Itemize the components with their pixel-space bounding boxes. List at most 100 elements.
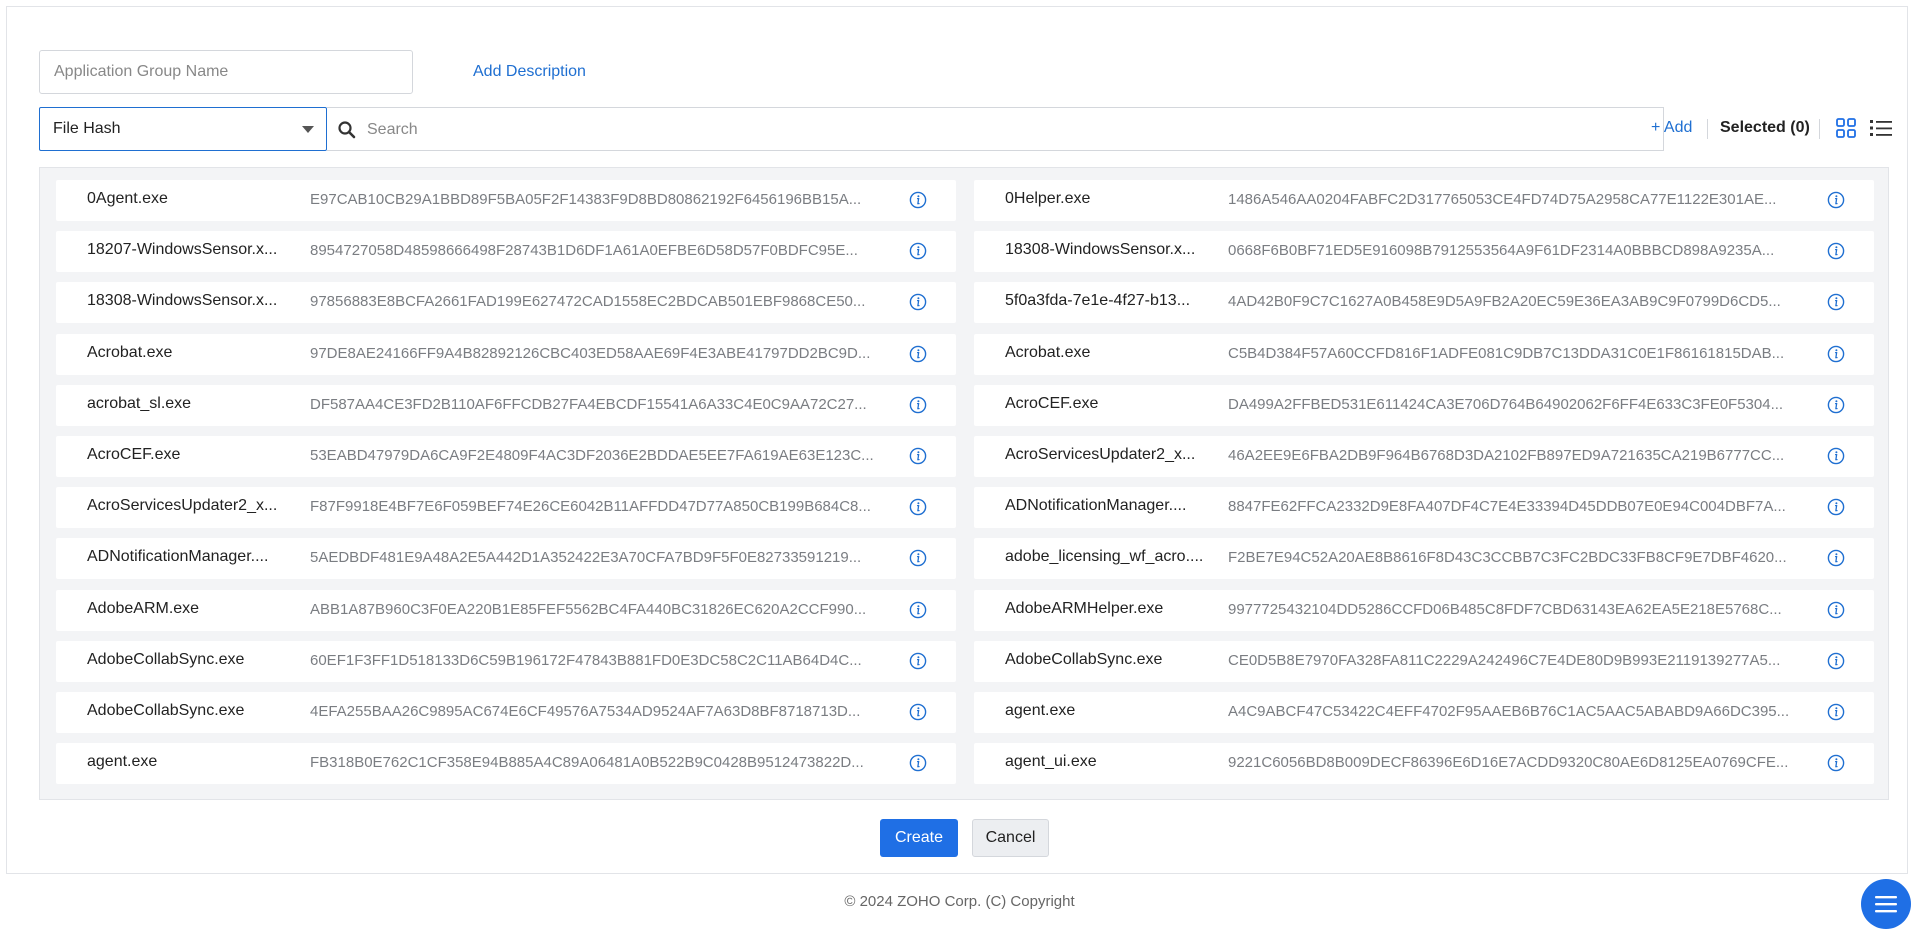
app-name: Acrobat.exe <box>87 343 173 361</box>
info-icon[interactable] <box>1827 293 1845 311</box>
app-card[interactable]: ADNotificationManager.... 5AEDBDF481E9A48… <box>56 538 956 580</box>
app-card[interactable]: ADNotificationManager.... 8847FE62FFCA233… <box>974 487 1874 529</box>
info-icon[interactable] <box>1827 396 1845 414</box>
app-name: AcroServicesUpdater2_x... <box>1005 446 1196 463</box>
app-hash: 4EFA255BAA26C9895AC674E6CF49576A7534AD95… <box>310 703 861 720</box>
app-hash: DA499A2FFBED531E611424CA3E706D764B649020… <box>1228 395 1784 413</box>
info-icon[interactable] <box>909 703 927 721</box>
create-button[interactable]: Create <box>880 819 958 857</box>
info-icon[interactable] <box>1827 601 1845 619</box>
app-card[interactable]: 18207-WindowsSensor.x... 8954727058D48598… <box>56 231 956 273</box>
app-card[interactable]: AcroCEF.exe DA499A2FFBED531E611424CA3E706… <box>974 384 1874 426</box>
app-name: AcroCEF.exe <box>1005 394 1099 412</box>
app-name: agent_ui.exe <box>1005 753 1097 771</box>
app-hash: 4AD42B0F9C7C1627A0B458E9D5A9FB2A20EC59E3… <box>1228 293 1781 311</box>
list-view-icon[interactable] <box>1870 118 1892 138</box>
app-card[interactable]: agent_ui.exe 9221C6056BD8B009DECF86396E6D… <box>974 743 1874 785</box>
info-icon[interactable] <box>1827 191 1845 209</box>
application-group-form: Add Description File Hash + Add Selected… <box>6 6 1908 874</box>
app-name: ADNotificationManager.... <box>87 548 269 566</box>
app-name: 18308-WindowsSensor.x... <box>87 292 278 310</box>
info-icon[interactable] <box>909 498 927 516</box>
info-icon[interactable] <box>1827 549 1845 567</box>
info-icon[interactable] <box>1827 703 1845 721</box>
app-hash: C5B4D384F57A60CCFD816F1ADFE081C9DB7C13DD… <box>1228 344 1785 362</box>
add-description-link[interactable]: Add Description <box>473 61 586 83</box>
app-card[interactable]: AdobeCollabSync.exe CE0D5B8E7970FA328FA81… <box>974 640 1874 682</box>
app-name: adobe_licensing_wf_acro.... <box>1005 548 1204 566</box>
search-box <box>327 107 1664 152</box>
selected-count: Selected (0) <box>1720 119 1810 136</box>
app-card[interactable]: Acrobat.exe C5B4D384F57A60CCFD816F1ADFE08… <box>974 333 1874 375</box>
app-name: 0Helper.exe <box>1005 190 1091 207</box>
info-icon[interactable] <box>1827 754 1845 772</box>
info-icon[interactable] <box>1827 242 1845 260</box>
info-icon[interactable] <box>1827 498 1845 516</box>
app-hash: DF587AA4CE3FD2B110AF6FFCDB27FA4EBCDF1554… <box>310 395 867 413</box>
app-card[interactable]: agent.exe FB318B0E762C1CF358E94B885A4C89A… <box>56 743 956 785</box>
app-card[interactable]: acrobat_sl.exe DF587AA4CE3FD2B110AF6FFCDB… <box>56 384 956 426</box>
app-card[interactable]: AdobeARM.exe ABB1A87B960C3F0EA220B1E85FEF… <box>56 589 956 631</box>
chevron-down-icon <box>302 126 314 133</box>
info-icon[interactable] <box>909 293 927 311</box>
app-hash: A4C9ABCF47C53422C4EFF4702F95AAEB6B76C1AC… <box>1228 703 1790 720</box>
app-name: AdobeARM.exe <box>87 599 200 617</box>
search-icon <box>338 121 356 139</box>
app-card[interactable]: AdobeCollabSync.exe 60EF1F3FF1D518133D6C5… <box>56 640 956 682</box>
app-hash: CE0D5B8E7970FA328FA811C2229A242496C7E4DE… <box>1228 651 1781 669</box>
app-hash: 9221C6056BD8B009DECF86396E6D16E7ACDD9320… <box>1228 754 1789 772</box>
info-icon[interactable] <box>909 754 927 772</box>
menu-icon <box>1875 896 1897 913</box>
info-icon[interactable] <box>1827 447 1845 465</box>
app-name: acrobat_sl.exe <box>87 394 192 412</box>
app-hash: F87F9918E4BF7E6F059BEF74E26CE6042B11AFFD… <box>310 498 871 516</box>
app-name: 18207-WindowsSensor.x... <box>87 241 278 259</box>
app-hash: 5AEDBDF481E9A48A2E5A442D1A352422E3A70CFA… <box>310 549 862 567</box>
info-icon[interactable] <box>909 447 927 465</box>
hash-type-select[interactable]: File Hash <box>39 107 327 151</box>
app-card[interactable]: AcroCEF.exe 53EABD47979DA6CA9F2E4809F4AC3… <box>56 436 956 477</box>
add-button[interactable]: + Add <box>1651 119 1692 137</box>
cancel-button[interactable]: Cancel <box>972 819 1049 857</box>
app-name: AdobeCollabSync.exe <box>1005 650 1163 668</box>
info-icon[interactable] <box>1827 345 1845 363</box>
app-card[interactable]: 0Helper.exe 1486A546AA0204FABFC2D31776505… <box>974 180 1874 221</box>
info-icon[interactable] <box>909 549 927 567</box>
footer-copyright: © 2024 ZOHO Corp. (C) Copyright <box>844 893 1075 910</box>
info-icon[interactable] <box>909 652 927 670</box>
app-hash: 8847FE62FFCA2332D9E8FA407DF4C7E4E33394D4… <box>1228 498 1786 516</box>
app-card[interactable]: AcroServicesUpdater2_x... F87F9918E4BF7E6… <box>56 487 956 529</box>
app-card[interactable]: 18308-WindowsSensor.x... 0668F6B0BF71ED5E… <box>974 231 1874 273</box>
app-hash: E97CAB10CB29A1BBD89F5BA05F2F14383F9D8BD8… <box>310 191 862 208</box>
app-hash: 9977725432104DD5286CCFD06B485C8FDF7CBD63… <box>1228 600 1782 618</box>
app-name: AdobeCollabSync.exe <box>87 702 245 719</box>
app-card[interactable]: adobe_licensing_wf_acro.... F2BE7E94C52A2… <box>974 538 1874 580</box>
app-hash: ABB1A87B960C3F0EA220B1E85FEF5562BC4FA440… <box>310 600 867 618</box>
info-icon[interactable] <box>1827 652 1845 670</box>
info-icon[interactable] <box>909 601 927 619</box>
application-group-name-input[interactable] <box>39 50 413 94</box>
app-card[interactable]: 18308-WindowsSensor.x... 97856883E8BCFA26… <box>56 282 956 324</box>
app-card[interactable]: 0Agent.exe E97CAB10CB29A1BBD89F5BA05F2F14… <box>56 180 956 221</box>
app-card[interactable]: AdobeCollabSync.exe 4EFA255BAA26C9895AC67… <box>56 692 956 733</box>
app-hash: 8954727058D48598666498F28743B1D6DF1A61A0… <box>310 242 858 260</box>
info-icon[interactable] <box>909 242 927 260</box>
search-input[interactable] <box>365 108 1649 152</box>
grid-view-icon[interactable] <box>1836 118 1856 138</box>
menu-fab-button[interactable] <box>1861 879 1911 929</box>
app-card[interactable]: Acrobat.exe 97DE8AE24166FF9A4B82892126CBC… <box>56 333 956 375</box>
hash-type-selected-value: File Hash <box>53 120 121 137</box>
app-hash: 97DE8AE24166FF9A4B82892126CBC403ED58AAE6… <box>310 344 871 362</box>
info-icon[interactable] <box>909 191 927 209</box>
info-icon[interactable] <box>909 396 927 414</box>
filter-toolbar: File Hash + Add Selected (0) <box>39 107 1892 152</box>
app-card[interactable]: AcroServicesUpdater2_x... 46A2EE9E6FBA2DB… <box>974 436 1874 477</box>
app-name: ADNotificationManager.... <box>1005 497 1187 515</box>
info-icon[interactable] <box>909 345 927 363</box>
app-card[interactable]: agent.exe A4C9ABCF47C53422C4EFF4702F95AAE… <box>974 692 1874 733</box>
app-hash: 0668F6B0BF71ED5E916098B7912553564A9F61DF… <box>1228 242 1775 260</box>
application-grid: 0Agent.exe E97CAB10CB29A1BBD89F5BA05F2F14… <box>39 167 1889 800</box>
app-card[interactable]: AdobeARMHelper.exe 9977725432104DD5286CCF… <box>974 589 1874 631</box>
app-card[interactable]: 5f0a3fda-7e1e-4f27-b13... 4AD42B0F9C7C162… <box>974 282 1874 324</box>
app-name: 5f0a3fda-7e1e-4f27-b13... <box>1005 292 1191 310</box>
